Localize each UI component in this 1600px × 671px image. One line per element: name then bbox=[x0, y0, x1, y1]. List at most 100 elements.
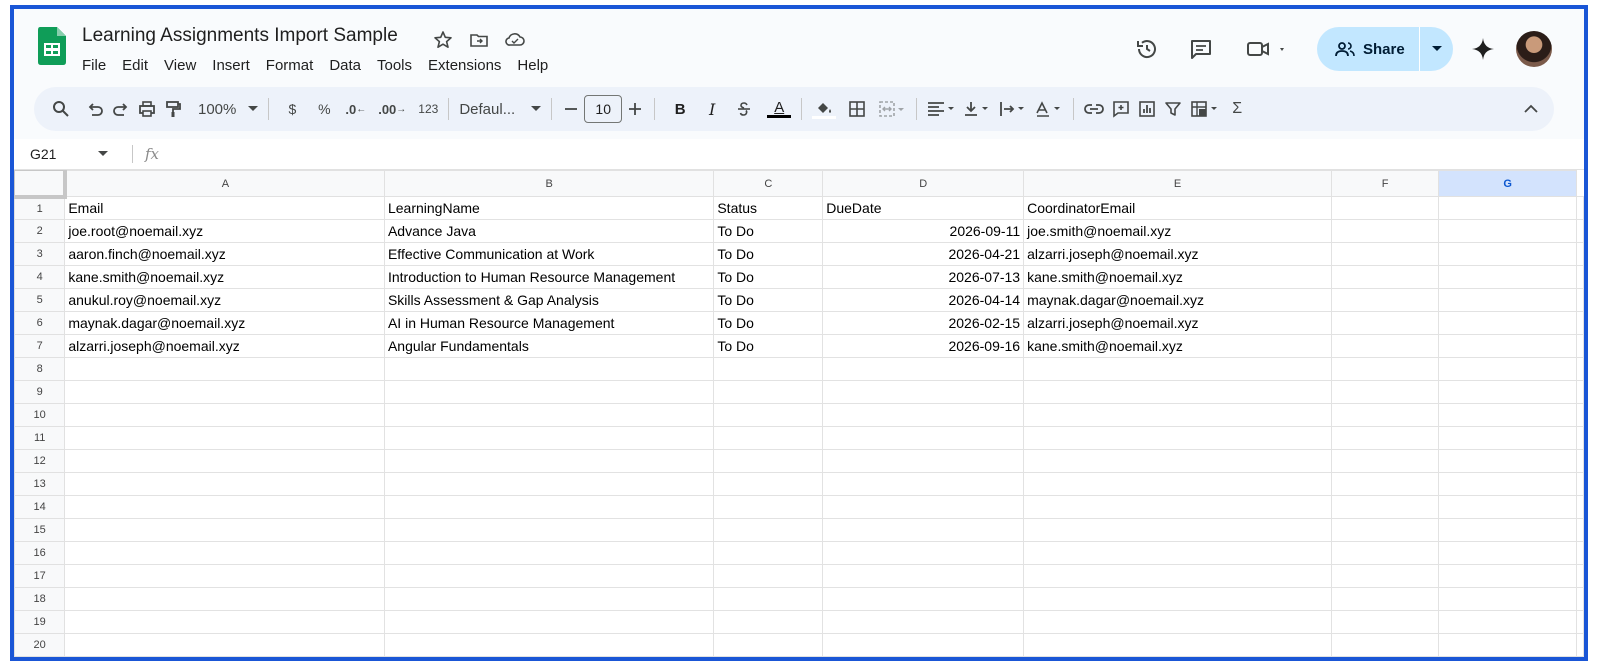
collapse-menus-icon[interactable] bbox=[1518, 95, 1544, 123]
horizontal-align-icon[interactable] bbox=[923, 95, 959, 123]
cell[interactable]: DueDate bbox=[822, 196, 1025, 220]
cell[interactable] bbox=[1438, 587, 1577, 611]
cell[interactable] bbox=[1438, 357, 1577, 381]
cell[interactable] bbox=[1023, 426, 1332, 450]
cell[interactable] bbox=[713, 380, 824, 404]
functions-button[interactable]: Σ bbox=[1224, 95, 1250, 123]
avatar[interactable] bbox=[1516, 31, 1552, 67]
merge-cells-icon[interactable] bbox=[874, 95, 910, 123]
cell[interactable] bbox=[1576, 242, 1584, 266]
cell[interactable] bbox=[64, 357, 385, 381]
cell[interactable] bbox=[1438, 219, 1577, 243]
cell[interactable] bbox=[383, 541, 715, 565]
cell[interactable] bbox=[1438, 196, 1577, 220]
cell[interactable]: Effective Communication at Work bbox=[383, 242, 715, 266]
cell[interactable] bbox=[1576, 357, 1584, 381]
cell[interactable] bbox=[1330, 610, 1440, 634]
cell[interactable] bbox=[1330, 311, 1440, 335]
cell[interactable] bbox=[1576, 472, 1584, 496]
cell[interactable] bbox=[1023, 518, 1332, 542]
cell[interactable] bbox=[1330, 219, 1440, 243]
version-history-icon[interactable] bbox=[1134, 36, 1160, 62]
menu-view[interactable]: View bbox=[156, 57, 204, 74]
cell[interactable] bbox=[1023, 541, 1332, 565]
cell[interactable] bbox=[64, 495, 385, 519]
cell[interactable] bbox=[713, 426, 824, 450]
more-formats-button[interactable]: 123 bbox=[414, 95, 442, 123]
cell[interactable] bbox=[1330, 242, 1440, 266]
cell[interactable] bbox=[822, 449, 1025, 473]
undo-icon[interactable] bbox=[82, 95, 108, 123]
cell[interactable] bbox=[822, 495, 1025, 519]
cell[interactable] bbox=[1438, 610, 1577, 634]
cell[interactable] bbox=[64, 610, 385, 634]
cell[interactable]: maynak.dagar@noemail.xyz bbox=[1023, 288, 1332, 312]
decrease-font-size-icon[interactable] bbox=[558, 95, 584, 123]
font-size-input[interactable]: 10 bbox=[584, 95, 623, 123]
cell[interactable] bbox=[1023, 495, 1332, 519]
column-header-e[interactable]: E bbox=[1023, 170, 1332, 197]
cell[interactable] bbox=[383, 495, 715, 519]
cell[interactable]: joe.root@noemail.xyz bbox=[64, 219, 385, 243]
cell[interactable] bbox=[1576, 403, 1584, 427]
cell[interactable] bbox=[1438, 449, 1577, 473]
cell[interactable] bbox=[1330, 518, 1440, 542]
cell[interactable] bbox=[1023, 587, 1332, 611]
filter-views-icon[interactable] bbox=[1186, 95, 1224, 123]
menu-edit[interactable]: Edit bbox=[114, 57, 156, 74]
cell[interactable]: joe.smith@noemail.xyz bbox=[1023, 219, 1332, 243]
share-dropdown-icon[interactable] bbox=[1420, 46, 1453, 52]
cell[interactable] bbox=[1330, 633, 1440, 657]
bold-button[interactable]: B bbox=[667, 95, 693, 123]
row-header[interactable]: 7 bbox=[14, 334, 66, 358]
row-header[interactable]: 19 bbox=[14, 610, 66, 634]
cell[interactable]: To Do bbox=[713, 219, 824, 243]
insert-chart-icon[interactable] bbox=[1134, 95, 1160, 123]
cell[interactable] bbox=[1330, 449, 1440, 473]
cell[interactable] bbox=[64, 426, 385, 450]
cell[interactable]: alzarri.joseph@noemail.xyz bbox=[1023, 242, 1332, 266]
cell[interactable] bbox=[1438, 564, 1577, 588]
row-header[interactable]: 15 bbox=[14, 518, 66, 542]
cell[interactable] bbox=[1438, 311, 1577, 335]
cell[interactable] bbox=[822, 633, 1025, 657]
cell[interactable] bbox=[64, 403, 385, 427]
cell[interactable]: 2026-04-14 bbox=[822, 288, 1025, 312]
cell[interactable] bbox=[713, 610, 824, 634]
insert-link-icon[interactable] bbox=[1080, 95, 1108, 123]
row-header[interactable]: 16 bbox=[14, 541, 66, 565]
cell[interactable] bbox=[383, 564, 715, 588]
cell[interactable] bbox=[1330, 196, 1440, 220]
cell[interactable] bbox=[713, 472, 824, 496]
cell[interactable] bbox=[1023, 449, 1332, 473]
cell[interactable]: To Do bbox=[713, 242, 824, 266]
name-box[interactable]: G21 bbox=[14, 146, 114, 162]
cell[interactable] bbox=[713, 495, 824, 519]
cell[interactable] bbox=[1330, 334, 1440, 358]
cell[interactable] bbox=[1330, 564, 1440, 588]
text-color-button[interactable]: A bbox=[763, 95, 795, 123]
move-folder-icon[interactable] bbox=[468, 29, 490, 51]
cell[interactable] bbox=[1330, 403, 1440, 427]
cell[interactable] bbox=[822, 380, 1025, 404]
cell[interactable] bbox=[383, 472, 715, 496]
cell[interactable]: Advance Java bbox=[383, 219, 715, 243]
cell[interactable] bbox=[64, 518, 385, 542]
column-header-d[interactable]: D bbox=[822, 170, 1025, 197]
cell[interactable] bbox=[713, 633, 824, 657]
cell[interactable] bbox=[1576, 380, 1584, 404]
cell[interactable]: CoordinatorEmail bbox=[1023, 196, 1332, 220]
cell[interactable] bbox=[1023, 610, 1332, 634]
cell[interactable]: AI in Human Resource Management bbox=[383, 311, 715, 335]
cell[interactable] bbox=[1023, 380, 1332, 404]
redo-icon[interactable] bbox=[108, 95, 134, 123]
cloud-status-icon[interactable] bbox=[504, 29, 526, 51]
cell[interactable] bbox=[1576, 495, 1584, 519]
cell[interactable] bbox=[822, 564, 1025, 588]
cell[interactable] bbox=[64, 541, 385, 565]
cell[interactable] bbox=[64, 564, 385, 588]
cell[interactable] bbox=[383, 357, 715, 381]
menu-format[interactable]: Format bbox=[258, 57, 322, 74]
cell[interactable] bbox=[1438, 472, 1577, 496]
cell[interactable] bbox=[713, 564, 824, 588]
